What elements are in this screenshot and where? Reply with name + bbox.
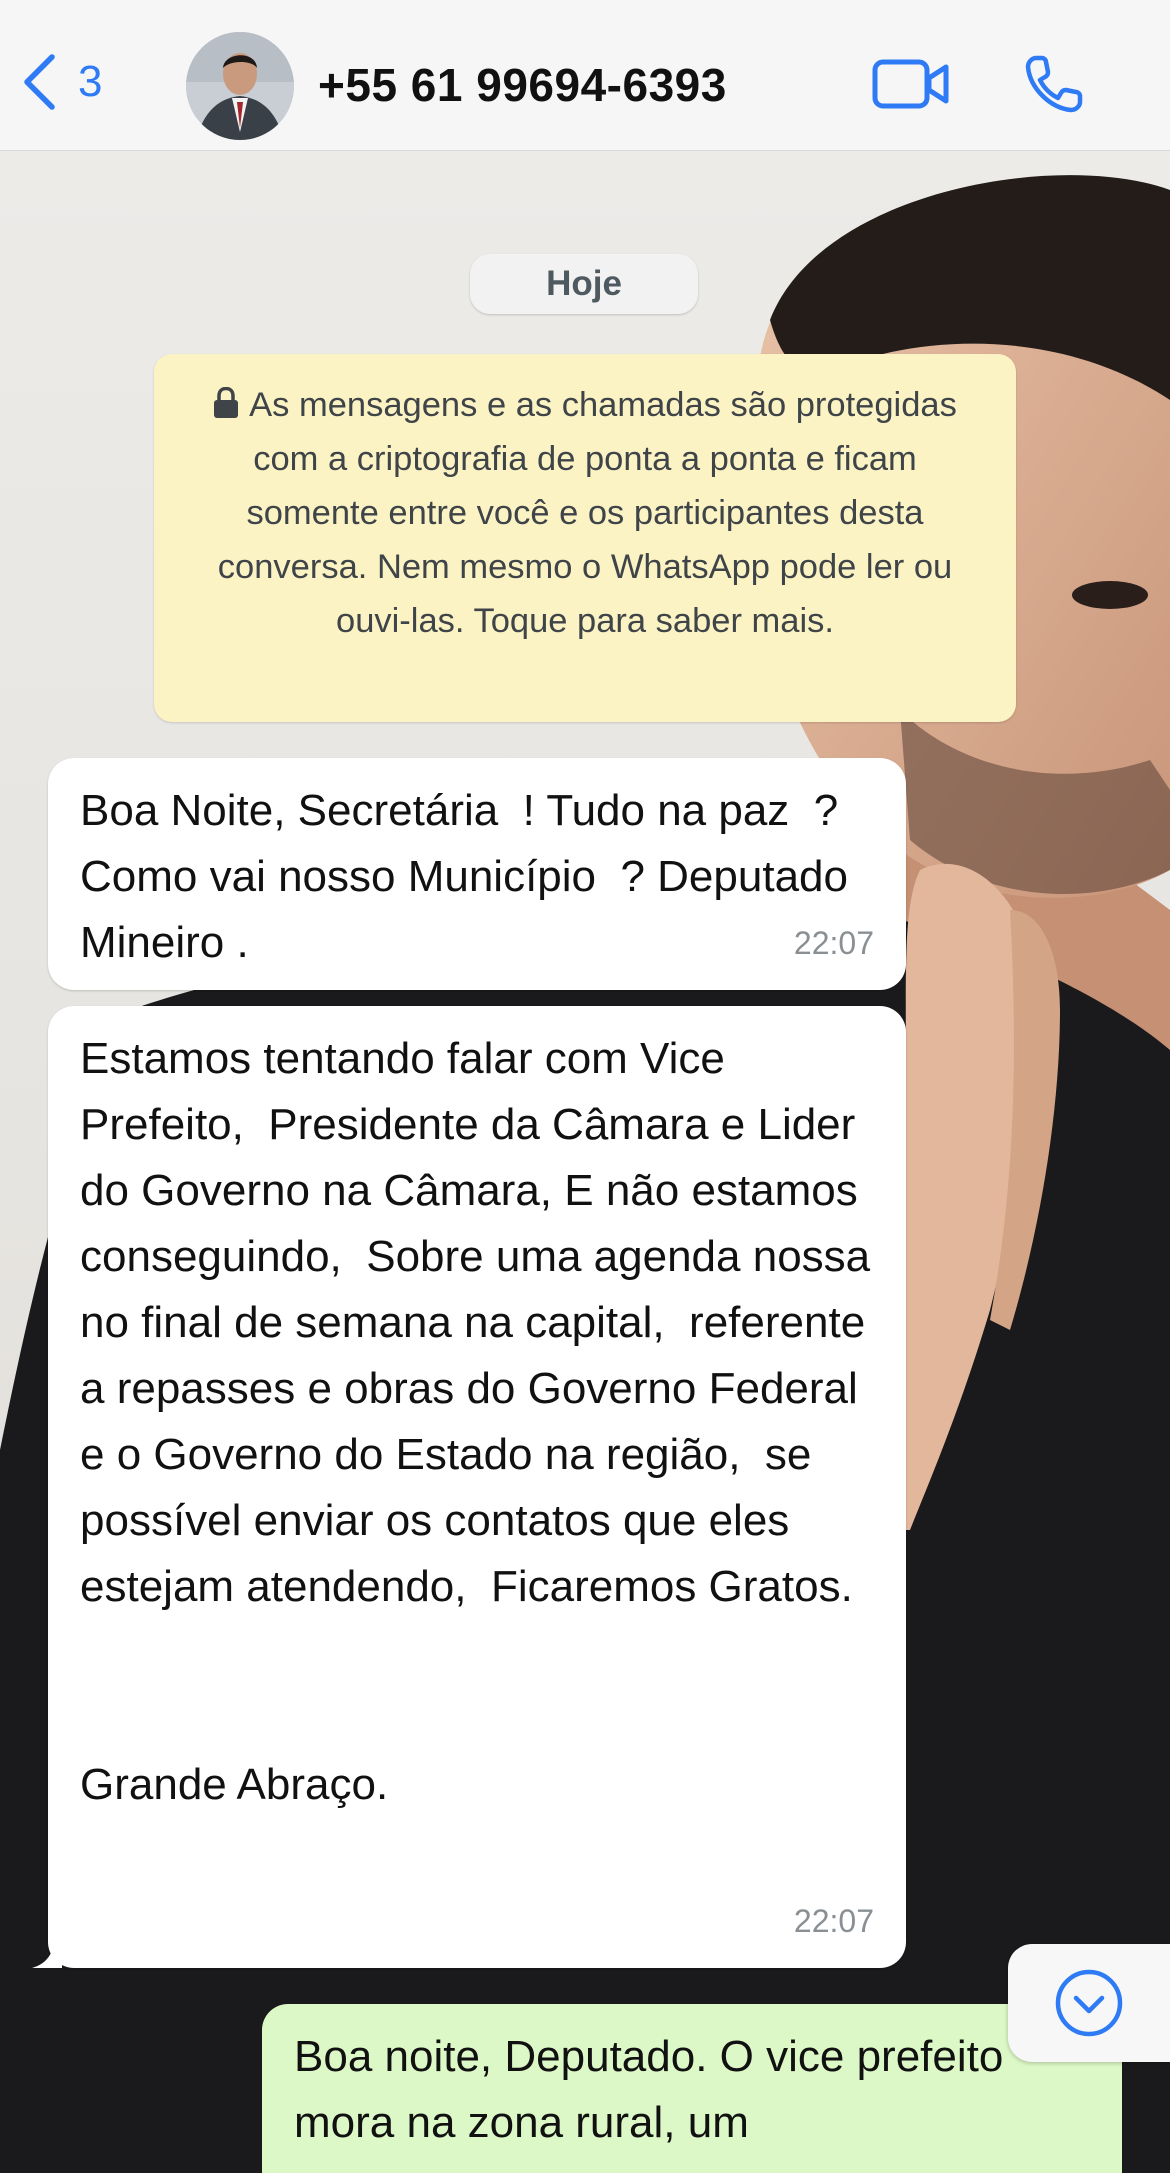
- video-call-button[interactable]: [872, 58, 952, 115]
- message-text: Boa noite, Deputado. O vice prefeito mor…: [294, 2032, 1004, 2147]
- chevron-left-icon: [24, 54, 55, 110]
- date-separator: Hoje: [470, 254, 698, 314]
- message-text: Boa Noite, Secretária ! Tudo na paz ? Co…: [80, 786, 861, 967]
- scroll-to-bottom-button[interactable]: [1008, 1944, 1170, 2062]
- video-camera-icon: [872, 59, 949, 109]
- lock-icon: [214, 387, 239, 418]
- chat-screen: 3 +55 61 99694-6393 Hoje As mensagens e …: [0, 0, 1170, 2173]
- contact-name[interactable]: +55 61 99694-6393: [318, 58, 727, 112]
- contact-avatar[interactable]: [186, 32, 294, 140]
- voice-call-button[interactable]: [1022, 52, 1086, 121]
- message-bubble-incoming[interactable]: Estamos tentando falar com Vice Prefeito…: [32, 1006, 906, 1968]
- chevron-down-circle-icon: [1055, 1969, 1123, 2037]
- avatar-photo: [186, 32, 294, 140]
- message-bubble-incoming[interactable]: Boa Noite, Secretária ! Tudo na paz ? Co…: [48, 758, 906, 990]
- bubble-tail: [32, 1938, 62, 1968]
- unread-count: 3: [78, 57, 103, 106]
- message-time: 22:07: [793, 925, 874, 961]
- encryption-notice-text: As mensagens e as chamadas são protegida…: [217, 386, 957, 640]
- message-bubble-outgoing[interactable]: Boa noite, Deputado. O vice prefeito mor…: [262, 2004, 1122, 2173]
- back-button[interactable]: 3: [22, 52, 102, 112]
- encryption-notice[interactable]: As mensagens e as chamadas são protegida…: [154, 354, 1016, 722]
- message-time: 22:07: [793, 1903, 874, 1939]
- message-text: Estamos tentando falar com Vice Prefeito…: [80, 1034, 871, 1809]
- chat-header: 3 +55 61 99694-6393: [0, 0, 1170, 151]
- phone-icon: [1025, 55, 1083, 113]
